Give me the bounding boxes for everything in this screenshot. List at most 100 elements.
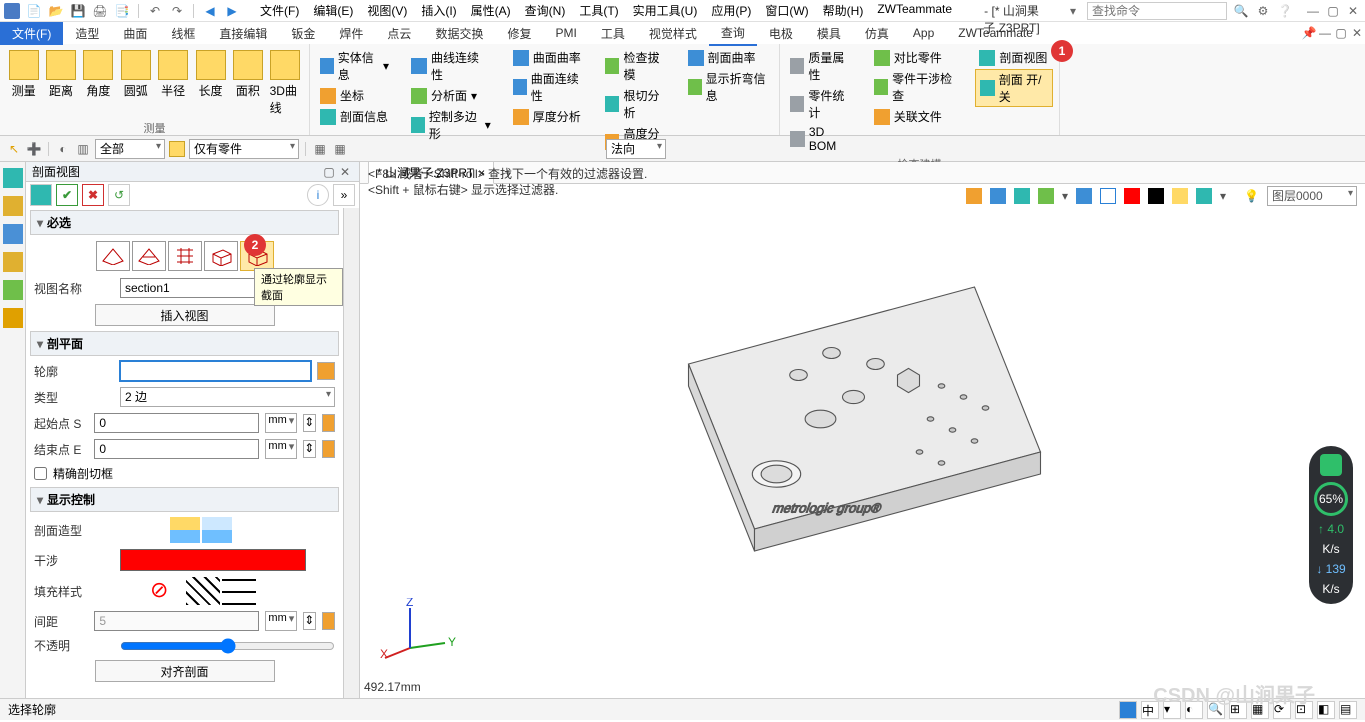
btn-length[interactable]: 长度 xyxy=(193,48,228,118)
doc-max-icon[interactable]: ▢ xyxy=(1333,25,1349,41)
new-icon[interactable]: 📄 xyxy=(26,3,42,19)
reset-button[interactable]: ↺ xyxy=(108,184,130,206)
command-search[interactable] xyxy=(1087,2,1227,20)
vt-icon[interactable] xyxy=(966,188,982,204)
btn-radius[interactable]: 半径 xyxy=(156,48,191,118)
end-unit[interactable]: mm xyxy=(265,439,297,459)
fill-none[interactable]: ⊘ xyxy=(150,577,184,605)
vt-icon[interactable] xyxy=(1100,188,1116,204)
tab-electrode[interactable]: 电极 xyxy=(757,22,805,45)
btn-surf-curv[interactable]: 曲面曲率 xyxy=(509,48,588,67)
btn-interference[interactable]: 零件干涉检查 xyxy=(870,69,962,105)
start-step-icon[interactable]: ⇕ xyxy=(303,414,316,432)
end-pick-icon[interactable] xyxy=(322,440,335,458)
redo-icon[interactable]: ↷ xyxy=(169,3,185,19)
nav-fwd-icon[interactable]: ▶ xyxy=(224,3,240,19)
btn-3dcurve[interactable]: 3D曲线 xyxy=(268,48,303,118)
vt-color-icon[interactable] xyxy=(1172,188,1188,204)
ribbon-min-icon[interactable]: 📌 xyxy=(1301,25,1317,41)
section-plane[interactable]: 剖平面 xyxy=(30,331,339,356)
btn-ctrl-poly[interactable]: 控制多边形▾ xyxy=(407,107,495,143)
help-icon[interactable]: ❔ xyxy=(1277,3,1293,19)
tab-direct[interactable]: 直接编辑 xyxy=(207,22,279,45)
btn-entity-info[interactable]: 实体信息▾ xyxy=(316,48,393,84)
style-solid[interactable] xyxy=(170,517,200,543)
vt-icon[interactable] xyxy=(1038,188,1054,204)
section-display[interactable]: 显示控制 xyxy=(30,487,339,512)
tab-appstore[interactable]: App xyxy=(901,23,946,43)
btn-thickness[interactable]: 厚度分析 xyxy=(509,107,588,126)
tab-cloud[interactable]: 点云 xyxy=(375,22,423,45)
btn-distance[interactable]: 距离 xyxy=(43,48,78,118)
menu-view[interactable]: 视图(V) xyxy=(361,0,413,21)
print-icon[interactable]: 🖨 xyxy=(92,3,108,19)
btn-draft[interactable]: 检查拔模 xyxy=(601,48,669,84)
t2-icon[interactable]: ▦ xyxy=(312,141,328,157)
close-icon[interactable]: ✕ xyxy=(1345,3,1361,19)
menu-app[interactable]: 应用(P) xyxy=(705,0,757,21)
menu-tool[interactable]: 工具(T) xyxy=(573,0,624,21)
gear-icon[interactable]: ⚙ xyxy=(1255,3,1271,19)
vt-color-icon[interactable] xyxy=(1124,188,1140,204)
t2-icon2[interactable]: ▦ xyxy=(332,141,348,157)
btn-measure[interactable]: 测量 xyxy=(6,48,41,118)
type-select[interactable]: 2 边 xyxy=(120,387,335,407)
lb-icon-4[interactable] xyxy=(3,252,23,272)
tab-exchange[interactable]: 数据交换 xyxy=(423,22,495,45)
maximize-icon[interactable]: ▢ xyxy=(1325,3,1341,19)
lb-icon-2[interactable] xyxy=(3,196,23,216)
btn-section-toggle[interactable]: 剖面 开/关 xyxy=(975,69,1053,107)
menu-help[interactable]: 帮助(H) xyxy=(817,0,870,21)
tab-surface[interactable]: 曲面 xyxy=(111,22,159,45)
pick-profile-icon[interactable] xyxy=(317,362,335,380)
menu-edit[interactable]: 编辑(E) xyxy=(307,0,359,21)
btn-curve-cont[interactable]: 曲线连续性 xyxy=(407,48,495,84)
tab-mold[interactable]: 模具 xyxy=(805,22,853,45)
part-filter-icon[interactable] xyxy=(169,141,185,157)
panel-filter-icon[interactable] xyxy=(30,184,52,206)
add-icon[interactable]: ➕ xyxy=(26,141,42,157)
btn-compare[interactable]: 对比零件 xyxy=(870,48,962,67)
expand-icon[interactable]: » xyxy=(333,184,355,206)
menu-query[interactable]: 查询(N) xyxy=(519,0,572,21)
panel-close-icon[interactable]: ✕ xyxy=(337,164,353,180)
btn-surf-cont[interactable]: 曲面连续性 xyxy=(509,69,588,105)
btn-linked[interactable]: 关联文件 xyxy=(870,107,962,126)
open-icon[interactable]: 📂 xyxy=(48,3,64,19)
shape-box[interactable] xyxy=(204,241,238,271)
btn-angle[interactable]: 角度 xyxy=(81,48,116,118)
panel-scrollbar[interactable] xyxy=(343,208,359,698)
tab-teammate2[interactable]: ZWTeammate xyxy=(946,23,1045,43)
sb-icon[interactable]: ◧ xyxy=(1317,701,1335,719)
nav-back-icon[interactable]: ◀ xyxy=(202,3,218,19)
undo-icon[interactable]: ↶ xyxy=(147,3,163,19)
chart-icon[interactable]: ▥ xyxy=(75,141,91,157)
menu-attr[interactable]: 属性(A) xyxy=(465,0,517,21)
minimize-icon[interactable]: — xyxy=(1305,3,1321,19)
gap-unit[interactable]: mm xyxy=(265,611,297,631)
tab-repair[interactable]: 修复 xyxy=(495,22,543,45)
filter-all[interactable]: 全部 xyxy=(95,139,165,159)
doc-min-icon[interactable]: — xyxy=(1317,25,1333,41)
style-outline[interactable] xyxy=(202,517,232,543)
align-button[interactable]: 对齐剖面 xyxy=(95,660,275,682)
end-input[interactable] xyxy=(94,439,259,459)
tab-wire[interactable]: 线框 xyxy=(159,22,207,45)
sb-icon[interactable] xyxy=(1119,701,1137,719)
layer-select[interactable]: 图层0000 xyxy=(1267,186,1357,206)
tab-weld[interactable]: 焊件 xyxy=(327,22,375,45)
panel-restore-icon[interactable]: ▢ xyxy=(321,164,337,180)
btn-part-stat[interactable]: 零件统计 xyxy=(786,86,856,122)
cursor-icon[interactable]: ↖ xyxy=(6,141,22,157)
lb-icon-3[interactable] xyxy=(3,224,23,244)
accurate-checkbox[interactable] xyxy=(34,467,47,480)
start-unit[interactable]: mm xyxy=(265,413,297,433)
menu-util[interactable]: 实用工具(U) xyxy=(627,0,704,21)
menu-teammate[interactable]: ZWTeammate xyxy=(871,0,958,21)
orientation[interactable]: 法向 xyxy=(606,139,666,159)
apply-button[interactable]: ✔ xyxy=(56,184,78,206)
tab-sheet[interactable]: 钣金 xyxy=(279,22,327,45)
vt-icon[interactable] xyxy=(1196,188,1212,204)
tab-visual[interactable]: 视觉样式 xyxy=(637,22,709,45)
vt-icon[interactable] xyxy=(990,188,1006,204)
